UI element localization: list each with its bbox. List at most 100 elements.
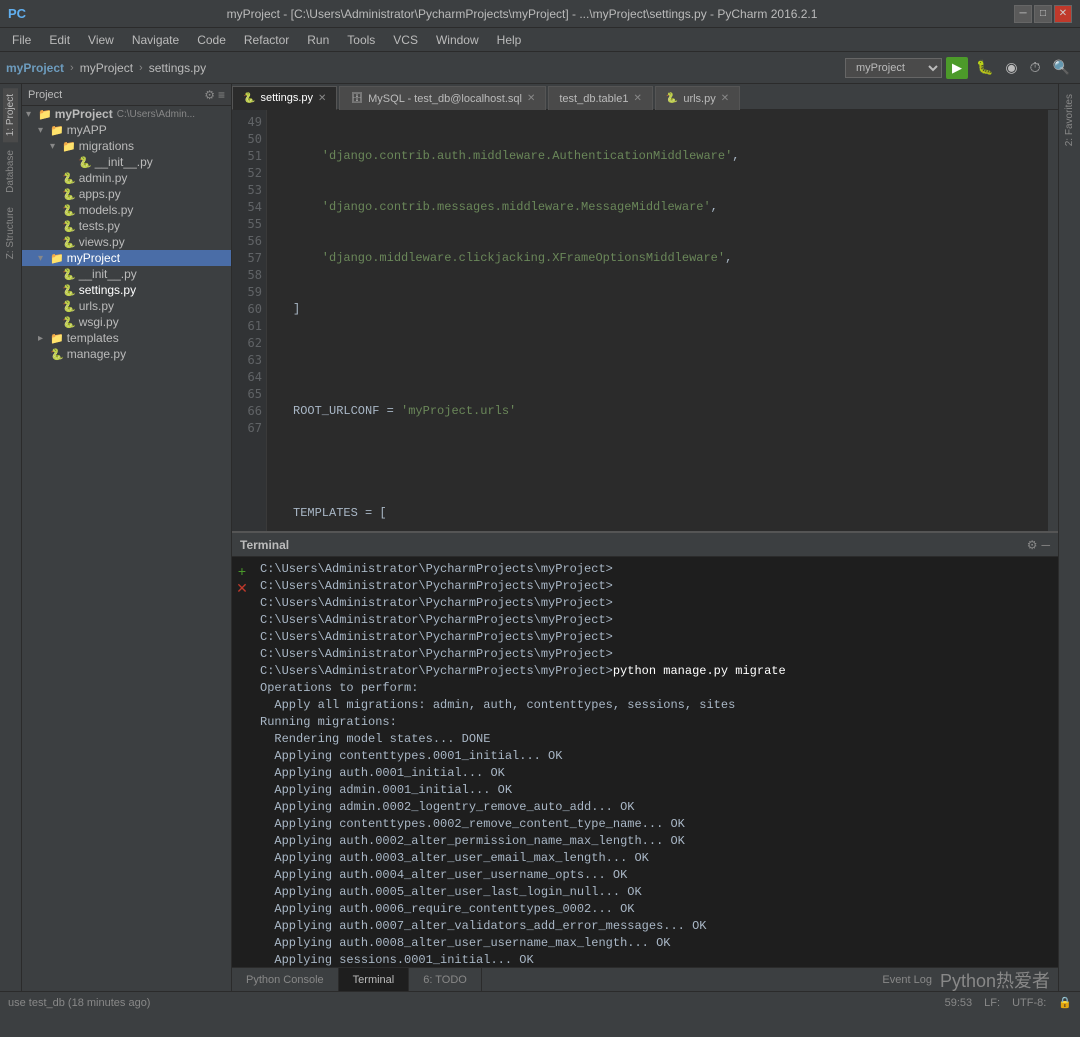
tree-item-views[interactable]: 🐍 views.py xyxy=(22,234,231,250)
terminal-title: Terminal xyxy=(240,538,289,552)
favorites-tab[interactable]: 2: Favorites xyxy=(1062,88,1077,152)
tree-item-urls[interactable]: 🐍 urls.py xyxy=(22,298,231,314)
terminal-line-auth0008: Applying auth.0008_alter_user_username_m… xyxy=(260,935,1050,952)
menu-help[interactable]: Help xyxy=(489,31,530,49)
editor-area: 🐍 settings.py ✕ 🗄 MySQL - test_db@localh… xyxy=(232,84,1058,991)
mysql-tab-close[interactable]: ✕ xyxy=(527,93,535,104)
menu-window[interactable]: Window xyxy=(428,31,487,49)
menu-code[interactable]: Code xyxy=(189,31,234,49)
breadcrumb-project[interactable]: myProject xyxy=(6,61,64,75)
tree-item-tests[interactable]: 🐍 tests.py xyxy=(22,218,231,234)
tab-settings[interactable]: 🐍 settings.py ✕ xyxy=(232,86,337,110)
terminal-line-cmd: C:\Users\Administrator\PycharmProjects\m… xyxy=(260,663,1050,680)
profile-button[interactable]: ⏱ xyxy=(1026,57,1045,78)
close-button[interactable]: ✕ xyxy=(1054,5,1072,23)
breadcrumb-myproject[interactable]: myProject xyxy=(80,61,133,75)
editor-scrollbar[interactable] xyxy=(1048,110,1058,531)
minimize-button[interactable]: ─ xyxy=(1014,5,1032,23)
tree-item-wsgi[interactable]: 🐍 wsgi.py xyxy=(22,314,231,330)
urls-tab-icon: 🐍 xyxy=(666,93,678,104)
tab-terminal[interactable]: Terminal xyxy=(339,968,410,992)
run-config-selector[interactable]: myProject xyxy=(845,58,942,78)
terminal-content[interactable]: C:\Users\Administrator\PycharmProjects\m… xyxy=(252,557,1058,967)
terminal-tab-label: Terminal xyxy=(353,974,395,986)
tab-mysql[interactable]: 🗄 MySQL - test_db@localhost.sql ✕ xyxy=(339,86,546,110)
sidebar-database-tab[interactable]: Database xyxy=(3,144,18,199)
event-log-button[interactable]: Event Log xyxy=(882,974,932,986)
tree-item-settings[interactable]: 🐍 settings.py xyxy=(22,282,231,298)
tree-item-admin[interactable]: 🐍 admin.py xyxy=(22,170,231,186)
mysql-tab-label: MySQL - test_db@localhost.sql xyxy=(368,93,522,105)
code-line-50: 'django.contrib.messages.middleware.Mess… xyxy=(275,199,1040,216)
line-numbers: 49 50 51 52 53 54 55 56 57 58 59 60 61 6… xyxy=(232,110,267,531)
terminal-body: + ✕ C:\Users\Administrator\PycharmProjec… xyxy=(232,557,1058,967)
terminal-line-auth0006: Applying auth.0006_require_contenttypes_… xyxy=(260,901,1050,918)
terminal-line-apply: Apply all migrations: admin, auth, conte… xyxy=(260,697,1050,714)
sidebar-project-tab[interactable]: 1: Project xyxy=(3,88,18,142)
restore-button[interactable]: □ xyxy=(1034,5,1052,23)
code-line-49: 'django.contrib.auth.middleware.Authenti… xyxy=(275,148,1040,165)
sidebar-structure-tab[interactable]: Z: Structure xyxy=(3,201,18,265)
code-line-54: ROOT_URLCONF = 'myProject.urls' xyxy=(275,403,1040,420)
terminal-line-running: Running migrations: xyxy=(260,714,1050,731)
menu-run[interactable]: Run xyxy=(299,31,337,49)
code-line-51: 'django.middleware.clickjacking.XFrameOp… xyxy=(275,250,1040,267)
filetree-gear-icon[interactable]: ≡ xyxy=(218,88,225,102)
editor-scroll-area[interactable]: 'django.contrib.auth.middleware.Authenti… xyxy=(267,110,1048,531)
tree-item-myapp[interactable]: ▾ 📁 myAPP xyxy=(22,122,231,138)
code-content[interactable]: 'django.contrib.auth.middleware.Authenti… xyxy=(267,110,1048,531)
tree-item-root[interactable]: ▾ 📁 myProject C:\Users\Admin... xyxy=(22,106,231,122)
status-lock-icon: 🔒 xyxy=(1058,996,1072,1009)
menubar: File Edit View Navigate Code Refactor Ru… xyxy=(0,28,1080,52)
status-time: 59:53 xyxy=(945,997,973,1009)
filetree-header: Project ⚙ ≡ xyxy=(22,84,231,106)
tree-item-models[interactable]: 🐍 models.py xyxy=(22,202,231,218)
sidebar-left: 1: Project Database Z: Structure xyxy=(0,84,22,991)
terminal-line-2: C:\Users\Administrator\PycharmProjects\m… xyxy=(260,578,1050,595)
window-controls: ─ □ ✕ xyxy=(1014,5,1072,23)
menu-navigate[interactable]: Navigate xyxy=(124,31,187,49)
terminal-close-button[interactable]: ✕ xyxy=(236,580,248,597)
menu-edit[interactable]: Edit xyxy=(41,31,78,49)
terminal-line-sessions: Applying sessions.0001_initial... OK xyxy=(260,952,1050,967)
tab-python-console[interactable]: Python Console xyxy=(232,968,339,992)
run-button[interactable]: ▶ xyxy=(946,57,968,79)
tab-todo[interactable]: 6: TODO xyxy=(409,968,482,992)
terminal-settings-icon[interactable]: ⚙ xyxy=(1027,538,1038,552)
tree-item-init2[interactable]: 🐍 __init__.py xyxy=(22,266,231,282)
watermark: Python热爱者 xyxy=(940,967,1050,992)
menu-file[interactable]: File xyxy=(4,31,39,49)
debug-button[interactable]: 🐛 xyxy=(972,57,997,78)
terminal-line-6: C:\Users\Administrator\PycharmProjects\m… xyxy=(260,646,1050,663)
terminal-line-ct0002: Applying contenttypes.0002_remove_conten… xyxy=(260,816,1050,833)
editor-tabs: 🐍 settings.py ✕ 🗄 MySQL - test_db@localh… xyxy=(232,84,1058,110)
coverage-button[interactable]: ◉ xyxy=(1001,57,1021,78)
tree-item-init1[interactable]: 🐍 __init__.py xyxy=(22,154,231,170)
menu-tools[interactable]: Tools xyxy=(339,31,383,49)
tab-test-db[interactable]: test_db.table1 ✕ xyxy=(548,86,653,110)
tree-item-migrations[interactable]: ▾ 📁 migrations xyxy=(22,138,231,154)
status-encoding: UTF-8: xyxy=(1012,997,1046,1009)
menu-refactor[interactable]: Refactor xyxy=(236,31,297,49)
terminal-line-auth0002: Applying auth.0002_alter_permission_name… xyxy=(260,833,1050,850)
code-editor[interactable]: 49 50 51 52 53 54 55 56 57 58 59 60 61 6… xyxy=(232,110,1058,531)
menu-view[interactable]: View xyxy=(80,31,122,49)
terminal-minimize-icon[interactable]: ─ xyxy=(1041,538,1050,552)
test-db-tab-close[interactable]: ✕ xyxy=(633,93,641,104)
breadcrumb-settings[interactable]: settings.py xyxy=(149,61,206,75)
tree-item-myproject-folder[interactable]: ▾ 📁 myProject xyxy=(22,250,231,266)
settings-tab-close[interactable]: ✕ xyxy=(318,93,326,104)
urls-tab-close[interactable]: ✕ xyxy=(721,93,729,104)
tree-item-apps[interactable]: 🐍 apps.py xyxy=(22,186,231,202)
toolbar: myProject › myProject › settings.py myPr… xyxy=(0,52,1080,84)
terminal-add-button[interactable]: + xyxy=(238,563,246,579)
pc-icon: PC xyxy=(8,6,26,21)
filetree-sync-icon[interactable]: ⚙ xyxy=(204,88,215,102)
tree-item-templates[interactable]: ▸ 📁 templates xyxy=(22,330,231,346)
tab-urls[interactable]: 🐍 urls.py ✕ xyxy=(655,86,740,110)
statusbar-right: 59:53 LF: UTF-8: 🔒 xyxy=(945,996,1072,1009)
search-everywhere-button[interactable]: 🔍 xyxy=(1049,57,1074,78)
terminal-line-auth0005: Applying auth.0005_alter_user_last_login… xyxy=(260,884,1050,901)
tree-item-manage[interactable]: 🐍 manage.py xyxy=(22,346,231,362)
menu-vcs[interactable]: VCS xyxy=(385,31,426,49)
